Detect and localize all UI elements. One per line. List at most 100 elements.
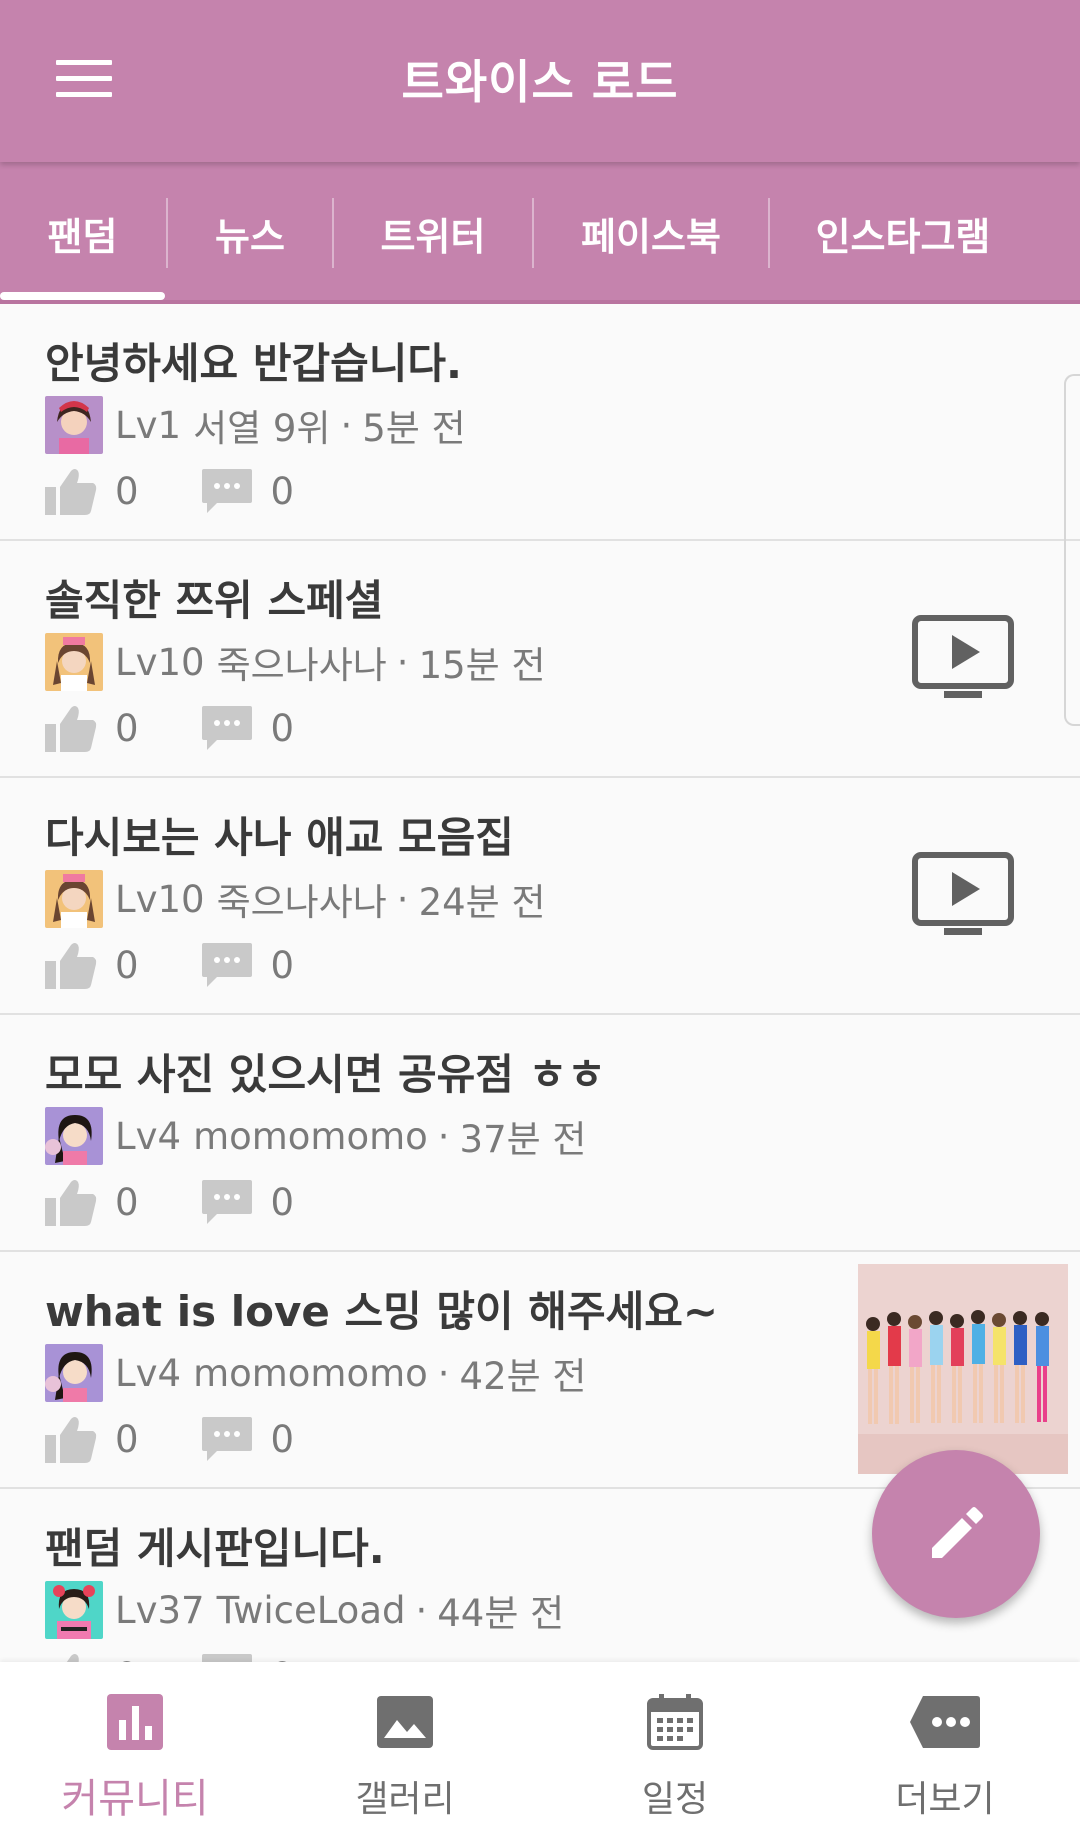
author-level: Lv4 (115, 1351, 182, 1395)
post-meta: Lv4 momomomo · 37분 전 (45, 1107, 586, 1165)
post-thumbnail-image[interactable] (858, 1264, 1068, 1474)
scrollbar[interactable] (1064, 374, 1080, 726)
nav-label: 커뮤니티 (61, 1776, 209, 1822)
avatar (45, 1107, 103, 1165)
post-item[interactable]: 솔직한 쯔위 스페셜 Lv10 죽으나사나 · 15분 전 0 0 (0, 541, 1080, 778)
author-name: TwiceLoad (216, 1588, 406, 1632)
avatar (45, 1581, 103, 1639)
comment-count: 0 (270, 1180, 295, 1224)
author-level: Lv10 (115, 877, 205, 921)
more-chat-icon (910, 1696, 980, 1748)
post-meta: Lv1 서열 9위 · 5분 전 (45, 396, 466, 454)
post-time: 15분 전 (418, 644, 546, 687)
write-post-button[interactable] (872, 1450, 1040, 1618)
nav-schedule[interactable]: 일정 (540, 1662, 810, 1843)
app-bar: 트와이스 로드 (0, 0, 1080, 162)
post-stats: 0 0 (45, 1414, 294, 1464)
nav-gallery[interactable]: 갤러리 (270, 1662, 540, 1843)
comment-icon[interactable] (201, 1415, 253, 1463)
author-name: 죽으나사나 (216, 644, 387, 687)
post-meta: Lv10 죽으나사나 · 24분 전 (45, 870, 546, 928)
post-time: 44분 전 (437, 1592, 565, 1635)
post-stats: 0 0 (45, 703, 294, 753)
comment-icon[interactable] (201, 1652, 253, 1662)
nav-label: 일정 (641, 1779, 709, 1820)
comment-icon[interactable] (201, 704, 253, 752)
like-count: 0 (115, 1180, 139, 1224)
pencil-icon (932, 1507, 983, 1558)
calendar-icon (647, 1694, 703, 1750)
comment-icon[interactable] (201, 941, 253, 989)
comment-count: 0 (270, 943, 295, 987)
author-name: 서열 9위 (193, 407, 331, 450)
like-count: 0 (115, 943, 139, 987)
thumbs-up-icon[interactable] (45, 1415, 97, 1463)
avatar (45, 870, 103, 928)
thumbs-up-icon[interactable] (45, 467, 97, 515)
nav-label: 더보기 (895, 1779, 995, 1820)
tab-news[interactable]: 뉴스 (168, 162, 332, 304)
video-attachment-icon[interactable] (912, 852, 1014, 938)
post-time: 37분 전 (459, 1118, 587, 1161)
nav-community[interactable]: 커뮤니티 (0, 1662, 270, 1843)
video-attachment-icon[interactable] (912, 615, 1014, 701)
comment-count: 0 (270, 1417, 295, 1461)
post-title: 안녕하세요 반갑습니다. (45, 339, 462, 388)
like-count: 0 (115, 469, 139, 513)
tab-fandom[interactable]: 팬덤 (0, 162, 165, 304)
like-count: 0 (115, 706, 139, 750)
post-meta: Lv37 TwiceLoad · 44분 전 (45, 1581, 564, 1639)
post-meta: Lv4 momomomo · 42분 전 (45, 1344, 586, 1402)
post-stats: 0 0 (45, 466, 294, 516)
like-count: 0 (115, 1655, 139, 1663)
comment-icon[interactable] (201, 1178, 253, 1226)
image-icon (377, 1696, 433, 1748)
post-stats: 0 0 (45, 1177, 294, 1227)
post-stats: 0 0 (45, 940, 294, 990)
post-stats: 0 0 (45, 1651, 294, 1662)
meta-separator: · (396, 640, 409, 684)
bottom-navigation: 커뮤니티 갤러리 일정 더보기 (0, 1662, 1080, 1843)
author-name: 죽으나사나 (216, 881, 387, 924)
comment-count: 0 (271, 1655, 295, 1663)
thumbs-up-icon[interactable] (45, 1178, 97, 1226)
tab-bar: 팬덤 뉴스 트위터 페이스북 인스타그램 (0, 162, 1080, 304)
tab-facebook[interactable]: 페이스북 (534, 162, 768, 304)
author-level: Lv4 (115, 1114, 182, 1158)
tab-instagram[interactable]: 인스타그램 (770, 162, 1036, 304)
post-item[interactable]: 모모 사진 있으시면 공유점 ㅎㅎ Lv4 momomomo · 37분 전 0… (0, 1015, 1080, 1252)
meta-separator: · (415, 1588, 428, 1632)
tab-twitter[interactable]: 트위터 (334, 162, 532, 304)
nav-more[interactable]: 더보기 (810, 1662, 1080, 1843)
app-title: 트와이스 로드 (401, 55, 679, 109)
comment-icon[interactable] (201, 467, 253, 515)
post-time: 5분 전 (362, 407, 466, 450)
tab-bar-divider (0, 300, 1080, 304)
avatar (45, 396, 103, 454)
avatar (45, 633, 103, 691)
thumbs-up-icon[interactable] (45, 704, 97, 752)
thumbs-up-icon[interactable] (45, 1652, 97, 1662)
post-title: 다시보는 사나 애교 모음집 (45, 813, 514, 862)
post-meta: Lv10 죽으나사나 · 15분 전 (45, 633, 546, 691)
meta-separator: · (437, 1114, 450, 1158)
post-title: 솔직한 쯔위 스페셜 (45, 576, 384, 625)
avatar (45, 1344, 103, 1402)
author-level: Lv10 (115, 640, 205, 684)
bar-chart-icon (107, 1694, 163, 1750)
post-item[interactable]: 다시보는 사나 애교 모음집 Lv10 죽으나사나 · 24분 전 0 0 (0, 778, 1080, 1015)
nav-label: 갤러리 (355, 1779, 455, 1820)
active-tab-indicator (0, 292, 165, 300)
post-time: 42분 전 (459, 1355, 587, 1398)
post-item[interactable]: 안녕하세요 반갑습니다. Lv1 서열 9위 · 5분 전 0 0 (0, 304, 1080, 541)
meta-separator: · (396, 877, 409, 921)
author-name: momomomo (193, 1351, 428, 1395)
post-time: 24분 전 (418, 881, 546, 924)
post-item[interactable]: what is love 스밍 많이 해주세요~ Lv4 momomomo · … (0, 1252, 1080, 1489)
thumbs-up-icon[interactable] (45, 941, 97, 989)
comment-count: 0 (270, 469, 295, 513)
meta-separator: · (340, 403, 353, 447)
post-title: what is love 스밍 많이 해주세요~ (45, 1287, 719, 1336)
comment-count: 0 (270, 706, 295, 750)
post-title: 팬덤 게시판입니다. (45, 1524, 385, 1573)
